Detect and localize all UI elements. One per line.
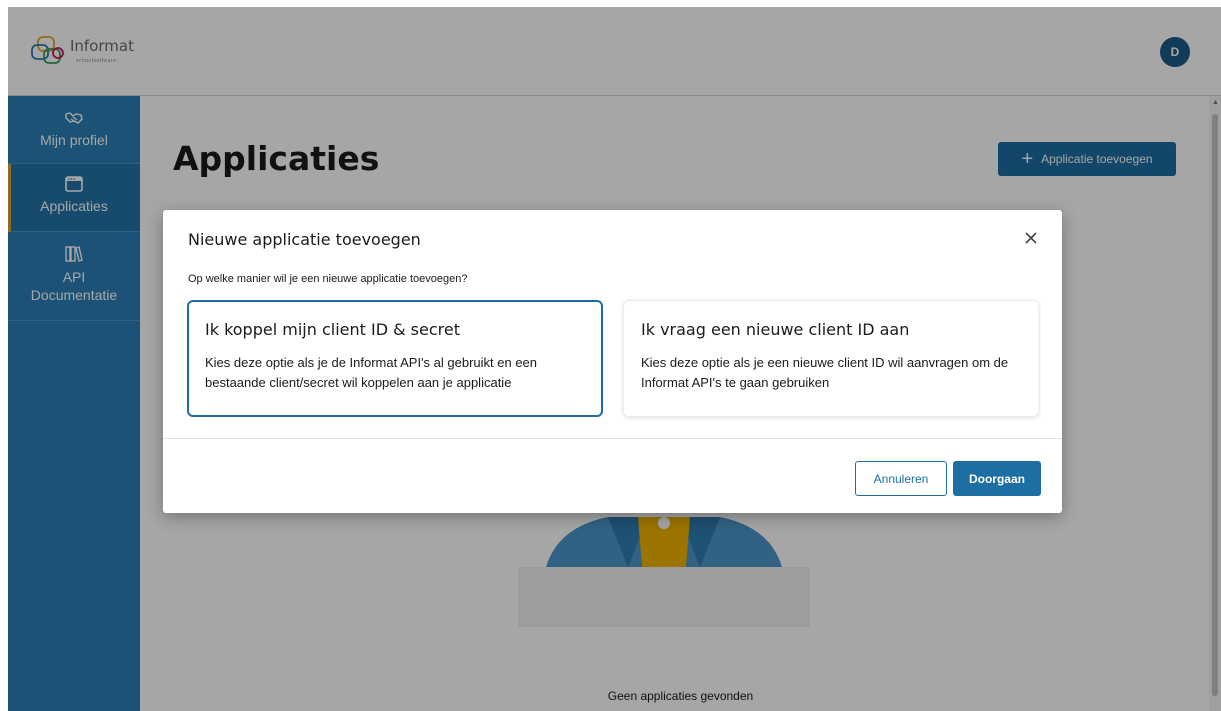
dialog-question: Op welke manier wil je een nieuwe applic… <box>188 273 468 285</box>
dialog-title: Nieuwe applicatie toevoegen <box>188 230 421 249</box>
continue-button[interactable]: Doorgaan <box>953 461 1041 496</box>
option-description: Kies deze optie als je een nieuwe client… <box>641 355 1009 390</box>
option-description: Kies deze optie als je de Informat API's… <box>205 355 538 390</box>
option-title: Ik vraag een nieuwe client ID aan <box>641 320 910 339</box>
cancel-button[interactable]: Annuleren <box>855 461 947 496</box>
dialog-divider <box>163 438 1062 439</box>
option-title: Ik koppel mijn client ID & secret <box>205 320 460 339</box>
new-application-dialog: Nieuwe applicatie toevoegen Op welke man… <box>163 210 1062 513</box>
option-request-new-client[interactable]: Ik vraag een nieuwe client ID aan Kies d… <box>623 300 1039 417</box>
close-icon[interactable] <box>1023 230 1039 246</box>
option-link-existing-client[interactable]: Ik koppel mijn client ID & secret Kies d… <box>187 300 603 417</box>
app-frame: Informat schoolsoftware D Mijn profiel A… <box>8 7 1221 711</box>
